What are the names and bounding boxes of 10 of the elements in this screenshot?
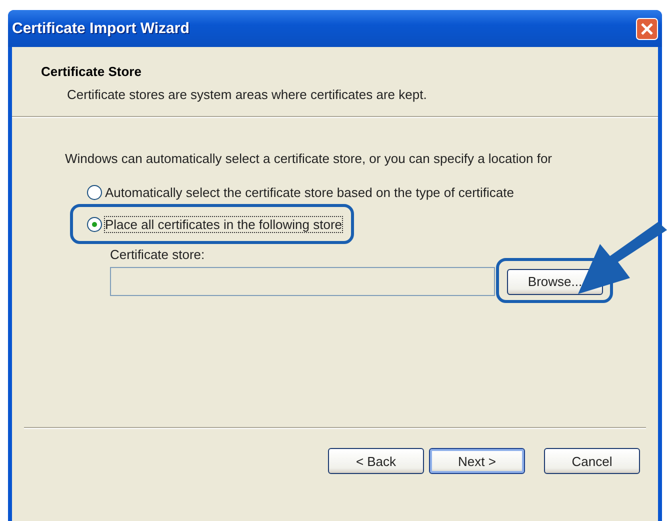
page-description: Certificate stores are system areas where certificates are kept.: [67, 87, 428, 102]
radio-label[interactable]: Place all certificates in the following store: [105, 216, 342, 232]
wizard-button[interactable]: Cancel: [544, 448, 640, 474]
wizard-button[interactable]: Next >: [429, 448, 525, 474]
page-title: Certificate Store: [41, 64, 142, 79]
window-title: Certificate Import Wizard: [12, 20, 190, 37]
field-label: Certificate store:: [110, 247, 206, 262]
wizard-button[interactable]: < Back: [328, 448, 424, 474]
intro-text: Windows can automatically select a certificate store, or you can specify a location for: [65, 151, 553, 166]
radio-label[interactable]: Automatically select the certificate store based on the type of certificate: [105, 184, 514, 200]
